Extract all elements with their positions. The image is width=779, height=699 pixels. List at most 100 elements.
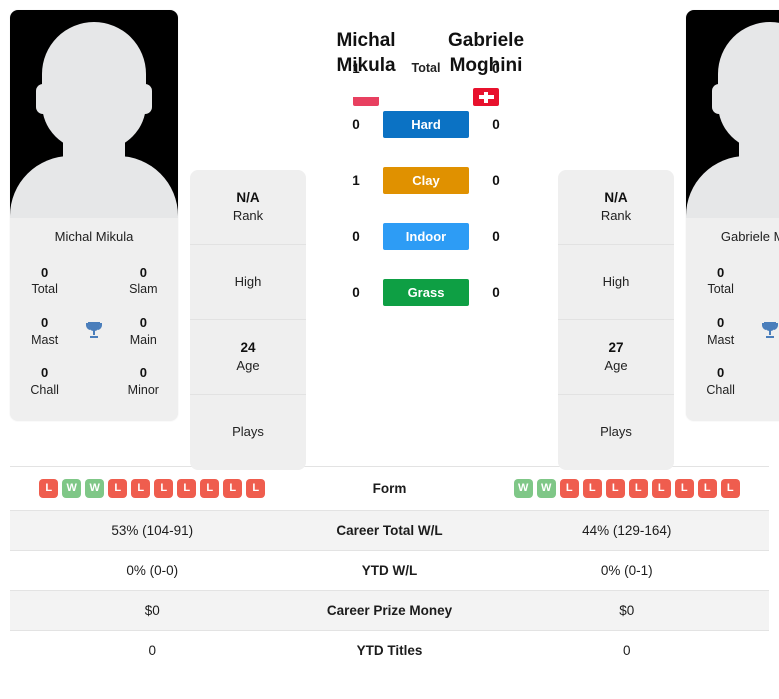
form-badge-loss[interactable]: L xyxy=(628,479,648,498)
stat-label: Career Total W/L xyxy=(336,523,443,538)
form-badge-loss[interactable]: L xyxy=(108,479,128,498)
form-badge-loss[interactable]: L xyxy=(177,479,197,498)
surface-badge-clay: Clay xyxy=(383,166,469,194)
comparison-stats-table: L W W L L L L L L L Form W W L L L L L L L L 53% (104-91) Care… xyxy=(10,466,769,670)
form-badge-loss[interactable]: L xyxy=(674,479,694,498)
right-titles-mast: 0 Mast xyxy=(707,315,735,347)
titles-row-3: 0 Chall 0 Minor xyxy=(10,356,178,406)
stat-label: Form xyxy=(372,481,407,496)
left-titles-total: 0 Total xyxy=(31,264,58,297)
form-badge-loss[interactable]: L xyxy=(720,479,740,498)
table-row: 53% (104-91) Career Total W/L 44% (129-164… xyxy=(10,510,769,551)
right-score: 0 xyxy=(492,116,500,132)
comparison-header: Michal Mikula 0 Total 0 Slam 0 Mast 0 Ma… xyxy=(0,0,779,470)
avatar-silhouette-icon xyxy=(10,10,178,218)
left-plays-cell: Plays xyxy=(232,424,264,440)
right-score: 0 xyxy=(492,60,500,76)
left-stat-value: 0% (0-0) xyxy=(126,563,179,578)
left-stat-value: 53% (104-91) xyxy=(111,523,194,538)
table-row: 0% (0-0) YTD W/L 0% (0-1) xyxy=(10,550,769,591)
left-player-photo-card: Michal Mikula 0 Total 0 Slam 0 Mast 0 Ma… xyxy=(10,10,178,421)
right-titles-chall: 0 Chall xyxy=(706,365,735,397)
surface-badge-total: Total xyxy=(411,61,441,76)
table-row: 0 YTD Titles 0 xyxy=(10,630,769,671)
right-stat-value: 44% (129-164) xyxy=(582,523,672,538)
titles-row-2: 0 Mast xyxy=(10,306,178,356)
left-form-cell: LWWLLLLLLL xyxy=(10,467,295,511)
left-stat-value: $0 xyxy=(144,603,160,618)
form-badge-loss[interactable]: L xyxy=(223,479,243,498)
form-badge-win[interactable]: W xyxy=(536,479,556,498)
right-player-photo-card: Gabriele Moghini 0 Total 0 Slam xyxy=(686,10,779,421)
left-titles-main: 0 Main xyxy=(129,315,157,347)
left-high-cell: High xyxy=(190,245,306,320)
avatar-silhouette-icon xyxy=(686,10,779,218)
surface-row-clay: 1 Clay 0 xyxy=(306,152,546,208)
form-badge-loss[interactable]: L xyxy=(651,479,671,498)
form-badge-loss[interactable]: L xyxy=(154,479,174,498)
form-badge-loss[interactable]: L xyxy=(559,479,579,498)
switzerland-flag-icon xyxy=(473,88,499,107)
left-score: 0 xyxy=(352,116,360,132)
right-high-cell: High xyxy=(558,245,674,320)
surface-row-indoor: 0 Indoor 0 xyxy=(306,208,546,264)
titles-row-2: 0 Mast xyxy=(686,306,779,356)
left-player-titles-grid: 0 Total 0 Slam 0 Mast 0 Main 0 Chall 0 M… xyxy=(10,255,178,421)
right-age-cell: 27 Age xyxy=(558,320,674,395)
head-to-head-center: Michal Mikula Gabriele Moghini 1 Total 0… xyxy=(306,10,546,320)
form-badge-win[interactable]: W xyxy=(513,479,533,498)
surface-badge-grass: Grass xyxy=(383,278,469,306)
left-stat-value: 0 xyxy=(148,643,156,658)
right-player-avatar xyxy=(686,10,779,218)
surface-badge-hard: Hard xyxy=(383,110,469,138)
right-player-titles-grid: 0 Total 0 Slam 0 Mast xyxy=(686,255,779,421)
left-age-cell: 24 Age xyxy=(190,320,306,395)
right-stat-value: 0 xyxy=(622,643,631,658)
right-stat-value: $0 xyxy=(619,603,635,618)
left-titles-minor: 0 Minor xyxy=(127,365,159,397)
right-titles-total: 0 Total xyxy=(707,264,734,297)
form-badge-loss[interactable]: L xyxy=(246,479,266,498)
left-rank-cell: N/A Rank xyxy=(190,170,306,245)
stat-label: YTD W/L xyxy=(361,563,418,578)
left-titles-chall: 0 Chall xyxy=(30,365,59,397)
right-player-first-name: Gabriele xyxy=(447,30,525,51)
right-plays-cell: Plays xyxy=(600,424,632,440)
titles-row-1: 0 Total 0 Slam xyxy=(10,256,178,306)
form-badge-list: WWLLLLLLLL xyxy=(489,479,766,498)
form-badge-loss[interactable]: L xyxy=(582,479,602,498)
right-form-cell: WWLLLLLLLL xyxy=(485,467,770,511)
right-score: 0 xyxy=(492,172,500,188)
right-score: 0 xyxy=(492,228,500,244)
right-score: 0 xyxy=(492,284,500,300)
right-rank-cell: N/A Rank xyxy=(558,170,674,245)
table-row: $0 Career Prize Money $0 xyxy=(10,590,769,631)
left-score: 0 xyxy=(352,228,360,244)
left-titles-mast: 0 Mast xyxy=(31,315,59,347)
left-score: 1 xyxy=(352,60,360,76)
table-row: L W W L L L L L L L Form W W L L L L L L L L xyxy=(10,466,770,511)
left-score: 0 xyxy=(352,284,360,300)
right-player-name-caption: Gabriele Moghini xyxy=(686,218,779,256)
stat-label: YTD Titles xyxy=(356,643,423,658)
surface-badge-indoor: Indoor xyxy=(383,222,469,250)
form-badge-loss[interactable]: L xyxy=(605,479,625,498)
left-player-info-card: N/A Rank High 24 Age Plays xyxy=(190,10,306,470)
titles-row-1: 0 Total 0 Slam xyxy=(686,256,779,306)
form-badge-win[interactable]: W xyxy=(85,479,105,498)
form-badge-loss[interactable]: L xyxy=(200,479,220,498)
poland-flag-icon xyxy=(353,88,379,107)
form-badge-loss[interactable]: L xyxy=(131,479,151,498)
left-player-avatar xyxy=(10,10,178,218)
left-score: 1 xyxy=(352,172,360,188)
form-badge-loss[interactable]: L xyxy=(39,479,59,498)
form-badge-loss[interactable]: L xyxy=(697,479,717,498)
form-badge-win[interactable]: W xyxy=(62,479,82,498)
surface-row-grass: 0 Grass 0 xyxy=(306,264,546,320)
left-player-name-caption: Michal Mikula xyxy=(10,218,178,256)
right-player-info-card: N/A Rank High 27 Age Plays xyxy=(558,10,674,470)
left-player-first-name: Michal xyxy=(336,30,396,51)
stat-label: Career Prize Money xyxy=(326,603,453,618)
titles-row-3: 0 Chall 0 Minor xyxy=(686,356,779,406)
left-titles-slam: 0 Slam xyxy=(129,264,158,297)
